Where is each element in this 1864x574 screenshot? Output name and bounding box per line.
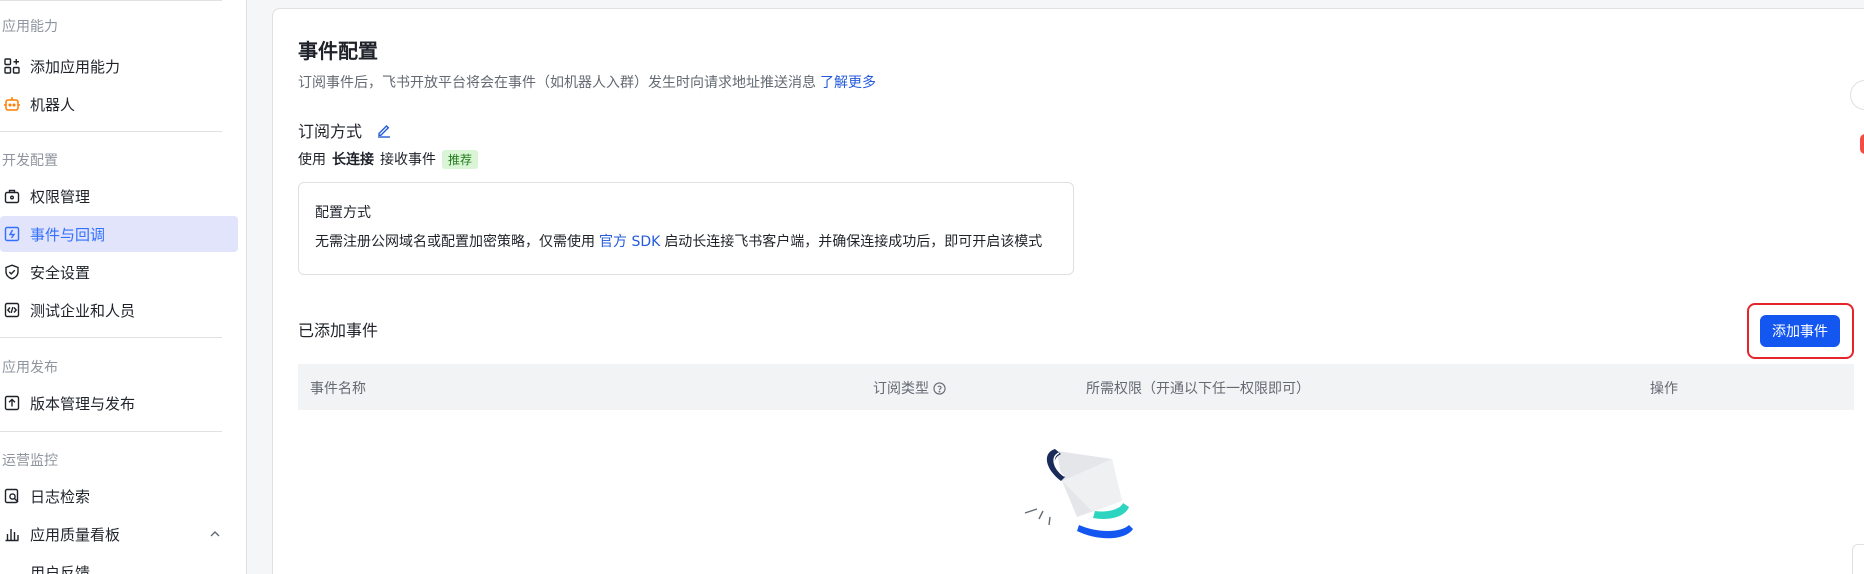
code-icon xyxy=(2,300,22,320)
subscription-suffix: 接收事件 xyxy=(380,152,436,168)
sidebar-item-quality-dashboard[interactable]: 应用质量看板 xyxy=(0,516,238,552)
sidebar-item-label: 日志检索 xyxy=(30,487,91,506)
upload-icon xyxy=(2,393,22,413)
sidebar-item-label: 机器人 xyxy=(30,95,76,114)
sidebar-group-title: 应用能力 xyxy=(2,19,58,35)
sidebar-group-title: 开发配置 xyxy=(2,153,58,169)
learn-more-link[interactable]: 了解更多 xyxy=(820,75,876,91)
help-icon[interactable] xyxy=(933,381,946,395)
sidebar-item-label: 添加应用能力 xyxy=(30,57,121,76)
shield-icon xyxy=(2,262,22,282)
sidebar-item-label: 应用质量看板 xyxy=(30,525,121,544)
sidebar-item-user-feedback[interactable]: 用户反馈 xyxy=(0,554,238,574)
sidebar-item-label: 用户反馈 xyxy=(30,563,91,574)
recommended-badge: 推荐 xyxy=(442,149,479,169)
config-method-description: 无需注册公网域名或配置加密策略，仅需使用 官方 SDK 启动长连接飞书客户端，并确保… xyxy=(315,231,1042,251)
feedback-icon xyxy=(2,562,22,574)
sidebar-divider xyxy=(0,337,222,338)
config-method-box: 配置方式 无需注册公网域名或配置加密策略，仅需使用 官方 SDK 启动长连接飞书客户… xyxy=(298,182,1074,275)
sidebar-item-log-search[interactable]: 日志检索 xyxy=(0,478,238,514)
event-config-card: 事件配置 订阅事件后，飞书开放平台将会在事件（如机器人入群）发生时向请求地址推送… xyxy=(272,8,1864,574)
official-sdk-link[interactable]: 官方 SDK xyxy=(599,234,660,250)
sidebar-item-robot[interactable]: 机器人 xyxy=(0,86,238,122)
sidebar: 应用能力 添加应用能力 机器人 开发配置 权限管理 事件与回调 安全设置 测试企… xyxy=(0,0,247,574)
column-actions: 操作 xyxy=(1650,378,1678,398)
sidebar-divider xyxy=(0,431,222,432)
page-title: 事件配置 xyxy=(298,39,378,63)
sidebar-item-label: 测试企业和人员 xyxy=(30,301,136,320)
column-event-name: 事件名称 xyxy=(310,378,366,398)
subscription-prefix: 使用 xyxy=(298,152,326,168)
sidebar-item-label: 版本管理与发布 xyxy=(30,394,136,413)
subscription-heading-text: 订阅方式 xyxy=(298,122,363,141)
page-subtitle: 订阅事件后，飞书开放平台将会在事件（如机器人入群）发生时向请求地址推送消息 了解更… xyxy=(298,72,876,92)
empty-state-illustration xyxy=(1017,441,1147,561)
subscription-method-heading: 订阅方式 xyxy=(298,118,392,142)
bar-chart-icon xyxy=(2,524,22,544)
sidebar-item-add-capability[interactable]: 添加应用能力 xyxy=(0,48,238,84)
sidebar-divider xyxy=(0,0,222,1)
sidebar-group-title: 应用发布 xyxy=(2,360,58,376)
sidebar-item-security[interactable]: 安全设置 xyxy=(0,254,238,290)
sidebar-item-label: 权限管理 xyxy=(30,187,91,206)
sidebar-item-label: 事件与回调 xyxy=(30,225,106,244)
edit-icon[interactable] xyxy=(376,122,392,138)
permission-icon xyxy=(2,186,22,206)
column-label: 所需权限（开通以下任一权限即可） xyxy=(1086,381,1310,397)
add-event-button[interactable]: 添加事件 xyxy=(1760,315,1840,347)
config-method-heading: 配置方式 xyxy=(315,205,371,221)
sidebar-item-label: 安全设置 xyxy=(30,263,91,282)
subtitle-text: 订阅事件后，飞书开放平台将会在事件（如机器人入群）发生时向请求地址推送消息 xyxy=(298,75,816,91)
event-icon xyxy=(2,224,22,244)
floating-panel-button[interactable] xyxy=(1852,544,1864,574)
sidebar-divider xyxy=(0,131,222,132)
sidebar-group-title: 运营监控 xyxy=(2,453,58,469)
sidebar-item-test-tenant[interactable]: 测试企业和人员 xyxy=(0,292,238,328)
column-subscription-type: 订阅类型 xyxy=(873,378,946,398)
column-required-permissions: 所需权限（开通以下任一权限即可） xyxy=(1086,378,1310,398)
events-table-header: 事件名称 订阅类型 所需权限（开通以下任一权限即可） 操作 xyxy=(298,364,1854,410)
sidebar-item-version-release[interactable]: 版本管理与发布 xyxy=(0,385,238,421)
column-label: 订阅类型 xyxy=(873,381,929,397)
column-label: 操作 xyxy=(1650,381,1678,397)
add-grid-icon xyxy=(2,56,22,76)
subscription-method-line: 使用 长连接 接收事件 推荐 xyxy=(298,149,479,169)
column-label: 事件名称 xyxy=(310,381,366,397)
log-search-icon xyxy=(2,486,22,506)
app-root: 应用能力 添加应用能力 机器人 开发配置 权限管理 事件与回调 安全设置 测试企… xyxy=(0,0,1864,574)
robot-icon xyxy=(2,94,22,114)
added-events-heading: 已添加事件 xyxy=(298,321,379,340)
config-text-before: 无需注册公网域名或配置加密策略，仅需使用 xyxy=(315,234,595,250)
config-text-after: 启动长连接飞书客户端，并确保连接成功后，即可开启该模式 xyxy=(664,234,1043,250)
subscription-method: 长连接 xyxy=(332,152,374,168)
sidebar-item-events[interactable]: 事件与回调 xyxy=(0,216,238,252)
sidebar-item-permissions[interactable]: 权限管理 xyxy=(0,178,238,214)
chevron-up-icon[interactable] xyxy=(206,525,224,543)
notification-dot xyxy=(1860,134,1864,154)
